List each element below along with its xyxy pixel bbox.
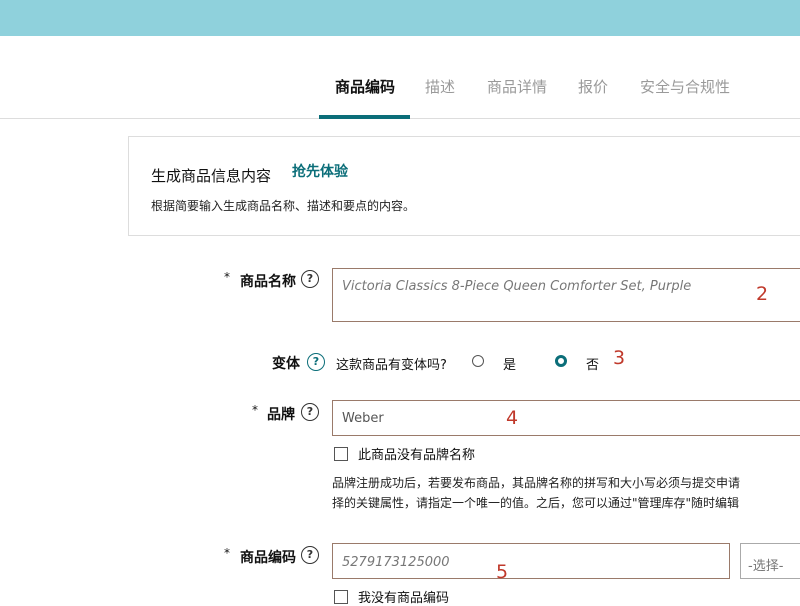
required-mark: * bbox=[252, 403, 258, 417]
no-product-code-label: 我没有商品编码 bbox=[358, 591, 450, 606]
active-tab-indicator bbox=[319, 115, 410, 119]
variant-yes-radio[interactable] bbox=[472, 355, 484, 367]
help-icon[interactable]: ? bbox=[307, 353, 325, 371]
help-icon[interactable]: ? bbox=[301, 403, 319, 421]
tab-offer[interactable]: 报价 bbox=[578, 76, 608, 97]
tab-bar: 商品编码 描述 商品详情 报价 安全与合规性 bbox=[0, 36, 800, 119]
no-brand-label: 此商品没有品牌名称 bbox=[358, 448, 476, 463]
product-name-input[interactable] bbox=[332, 268, 800, 322]
brand-note-line-1: 品牌注册成功后，若要发布商品，其品牌名称的拼写和大小写必须与提交申请 bbox=[332, 476, 741, 490]
tab-product-code[interactable]: 商品编码 bbox=[335, 76, 395, 97]
variant-label: 变体 bbox=[272, 356, 300, 372]
tab-description[interactable]: 描述 bbox=[425, 76, 455, 97]
tab-safety-compliance[interactable]: 安全与合规性 bbox=[640, 76, 730, 97]
variant-yes-label: 是 bbox=[503, 358, 517, 373]
product-name-label: 商品名称 bbox=[240, 274, 296, 290]
try-now-link[interactable]: 抢先体验 bbox=[292, 161, 348, 181]
brand-label: 品牌 bbox=[267, 407, 295, 423]
product-code-type-placeholder: -选择- bbox=[748, 559, 784, 574]
variant-no-label: 否 bbox=[586, 358, 600, 373]
required-mark: * bbox=[224, 546, 230, 560]
annotation-2: 2 bbox=[756, 283, 769, 305]
no-brand-checkbox[interactable] bbox=[334, 447, 348, 461]
top-banner bbox=[0, 0, 800, 36]
product-code-label: 商品编码 bbox=[240, 550, 296, 566]
help-icon[interactable]: ? bbox=[301, 546, 319, 564]
generate-content-panel: 生成商品信息内容 抢先体验 根据简要输入生成商品名称、描述和要点的内容。 bbox=[128, 136, 800, 236]
brand-value: Weber bbox=[342, 411, 384, 426]
variant-question: 这款商品有变体吗? bbox=[336, 358, 447, 373]
generate-content-title: 生成商品信息内容 bbox=[151, 167, 272, 185]
brand-input[interactable] bbox=[332, 400, 800, 436]
annotation-3: 3 bbox=[613, 347, 626, 369]
product-code-value: 5279173125000 bbox=[342, 555, 450, 570]
no-product-code-checkbox[interactable] bbox=[334, 590, 348, 604]
variant-no-radio[interactable] bbox=[555, 355, 567, 367]
tab-product-details[interactable]: 商品详情 bbox=[487, 76, 547, 97]
brand-note-line-2: 择的关键属性，请指定一个唯一的值。之后，您可以通过"管理库存"随时编辑 bbox=[332, 496, 740, 510]
help-icon[interactable]: ? bbox=[301, 270, 319, 288]
annotation-5: 5 bbox=[496, 561, 509, 583]
product-name-value: Victoria Classics 8-Piece Queen Comforte… bbox=[342, 279, 692, 294]
annotation-4: 4 bbox=[506, 407, 519, 429]
required-mark: * bbox=[224, 270, 230, 284]
generate-content-description: 根据简要输入生成商品名称、描述和要点的内容。 bbox=[151, 199, 416, 213]
